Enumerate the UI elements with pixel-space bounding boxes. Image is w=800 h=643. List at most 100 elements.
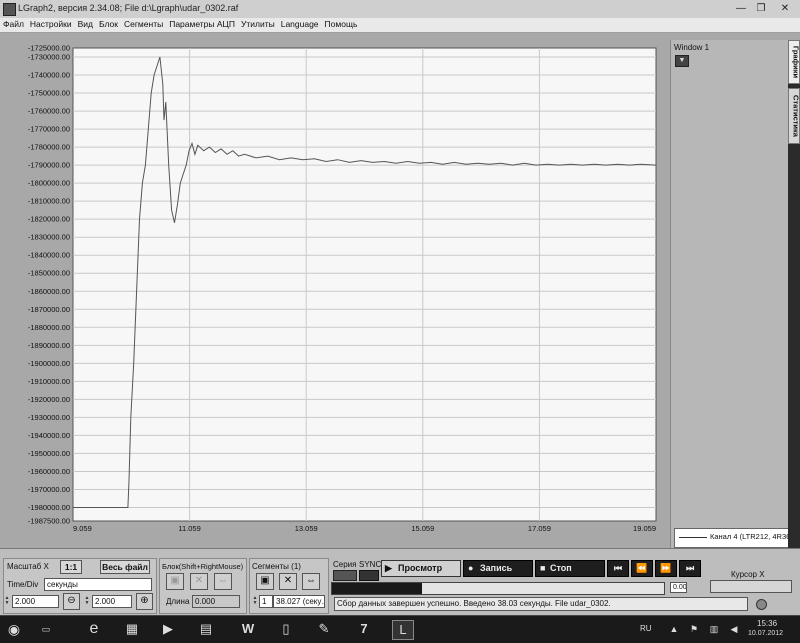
y-tick-label: -1920000.00	[28, 395, 70, 404]
window-title: LGraph2, версия 2.34.08; File d:\Lgraph\…	[18, 3, 239, 13]
menu-help[interactable]: Помощь	[322, 18, 361, 29]
maximize-button[interactable]: ❐	[752, 2, 770, 15]
tray-up-arrow-icon[interactable]: ▲	[664, 620, 684, 638]
go-first-icon[interactable]: ⏮	[607, 560, 629, 577]
y-tick-label: -1725000.00	[28, 44, 70, 53]
zoom-out-icon[interactable]: ⊖	[63, 593, 80, 610]
y-tick-label: -1850000.00	[28, 269, 70, 278]
segment-value-field[interactable]: 38.027 (секу…	[273, 595, 325, 608]
start-icon[interactable]: ◉	[4, 620, 24, 638]
time-div-spinner[interactable]: ▲ ▼	[4, 596, 10, 607]
sync-toggle[interactable]	[359, 570, 379, 581]
step-forward-icon[interactable]: ⏩	[655, 560, 677, 577]
calculator-icon[interactable]: ▦	[122, 620, 142, 638]
segment-delete-icon[interactable]: ✕	[279, 573, 297, 590]
window-label: Window 1	[674, 43, 710, 52]
taskbar-app-icon-1[interactable]: ▭	[36, 620, 56, 638]
language-indicator[interactable]: RU	[640, 624, 652, 633]
menu-settings[interactable]: Настройки	[27, 18, 75, 29]
y-tick-label: -1870000.00	[28, 305, 70, 314]
length-label: Длина	[166, 597, 190, 606]
y-tick-label: -1800000.00	[28, 179, 70, 188]
tray-flag-icon[interactable]: ⚑	[684, 620, 704, 638]
minimize-button[interactable]: —	[732, 2, 750, 15]
segment-save-icon[interactable]: ▣	[256, 573, 274, 590]
segment-spinner[interactable]: ▲ ▼	[252, 596, 258, 607]
y-tick-label: -1810000.00	[28, 197, 70, 206]
block-save-icon[interactable]: ▣	[166, 573, 184, 590]
tray-network-icon[interactable]: ▥	[704, 620, 724, 638]
menu-file[interactable]: Файл	[0, 18, 27, 29]
segment-fit-icon[interactable]: ⇔	[302, 573, 320, 590]
series-label: Серия	[333, 560, 357, 569]
menu-utilities[interactable]: Утилиты	[238, 18, 278, 29]
y-tick-label: -1880000.00	[28, 323, 70, 332]
menu-block[interactable]: Блок	[96, 18, 121, 29]
block-delete-icon[interactable]: ✕	[190, 573, 208, 590]
menu-segments[interactable]: Сегменты	[121, 18, 166, 29]
chart-panel[interactable]: -1725000.00 -1730000.00 -1740000.00 -175000…	[0, 40, 670, 548]
stop-button[interactable]: ■ Стоп	[535, 560, 605, 577]
side-tabs: Графики Статистика	[788, 40, 800, 548]
tray-volume-icon[interactable]: ◀	[724, 620, 744, 638]
menu-view[interactable]: Вид	[75, 18, 96, 29]
go-last-icon[interactable]: ⏭	[679, 560, 701, 577]
y-tick-label: -1960000.00	[28, 467, 70, 476]
sync-label: SYNC	[359, 560, 382, 569]
zoom-field[interactable]: 2.000	[92, 595, 132, 608]
x-tick-label: 13.059	[295, 524, 318, 533]
record-button[interactable]: ● Запись	[463, 560, 533, 577]
y-tick-label: -1970000.00	[28, 485, 70, 494]
status-bar: Сбор данных завершен успешно. Введено 38…	[334, 597, 748, 611]
record-dot-icon: ●	[468, 563, 474, 573]
menu-adc-params[interactable]: Параметры АЦП	[166, 18, 238, 29]
legend: Канал 4 (LTR212, 4R369…	[674, 528, 790, 548]
media-player-icon[interactable]: ▶	[158, 620, 178, 638]
sevenzip-icon[interactable]: 7	[354, 620, 374, 638]
menu-language[interactable]: Language	[278, 18, 322, 29]
window-panel: Window 1 ▼	[670, 40, 789, 548]
scale-x-label: Масштаб X	[7, 562, 49, 571]
y-tick-label: -1987500.00	[28, 517, 70, 526]
plot-area	[72, 47, 657, 522]
time-div-label: Time/Div	[7, 580, 39, 589]
whole-file-button[interactable]: Весь файл	[100, 560, 150, 574]
block-title: Блок(Shift+RightMouse)	[162, 562, 244, 571]
length-field: 0.000	[192, 595, 240, 608]
folder-icon[interactable]: ▤	[196, 620, 216, 638]
close-button[interactable]: ✕	[774, 2, 796, 15]
y-tick-label: -1950000.00	[28, 449, 70, 458]
step-back-icon[interactable]: ⏪	[631, 560, 653, 577]
window-dropdown-button[interactable]: ▼	[675, 55, 689, 67]
internet-explorer-icon[interactable]: e	[84, 620, 104, 638]
progress-value: 0.00	[670, 582, 687, 593]
view-button[interactable]: ▶ Просмотр	[381, 560, 461, 577]
zoom-spinner[interactable]: ▲ ▼	[84, 596, 90, 607]
control-panel: Масштаб X 1:1 Весь файл Time/Div секунды…	[0, 548, 800, 616]
y-tick-label: -1790000.00	[28, 161, 70, 170]
block-fit-icon[interactable]: ⇔	[214, 573, 232, 590]
lgraph-taskbar-icon[interactable]: L	[392, 620, 414, 640]
tab-graphs[interactable]: Графики	[788, 40, 800, 84]
y-tick-label: -1980000.00	[28, 503, 70, 512]
legend-entry: Канал 4 (LTR212, 4R369…	[710, 532, 789, 541]
zoom-in-icon[interactable]: ⊕	[136, 593, 153, 610]
cursor-x-label: Курсор X	[731, 570, 765, 579]
one-to-one-button[interactable]: 1:1	[60, 560, 82, 574]
series-toggle[interactable]	[333, 570, 357, 581]
segment-number-field[interactable]: 1	[259, 595, 273, 608]
chart-svg[interactable]: -1725000.00-1730000.00 -1740000.00 -175000…	[0, 40, 670, 548]
y-tick-label: -1910000.00	[28, 377, 70, 386]
legend-line-sample	[679, 537, 707, 538]
tab-statistics[interactable]: Статистика	[788, 88, 800, 144]
y-tick-label: -1940000.00	[28, 431, 70, 440]
paint-icon[interactable]: ✎	[314, 620, 334, 638]
time-div-field[interactable]: 2.000	[12, 595, 59, 608]
y-tick-label: -1740000.00	[28, 71, 70, 80]
x-tick-label: 17.059	[528, 524, 551, 533]
document-icon[interactable]: ▯	[276, 620, 296, 638]
y-tick-label: -1750000.00	[28, 89, 70, 98]
word-icon[interactable]: W	[238, 620, 258, 638]
y-tick-label: -1840000.00	[28, 251, 70, 260]
time-unit-select[interactable]: секунды	[44, 578, 152, 591]
